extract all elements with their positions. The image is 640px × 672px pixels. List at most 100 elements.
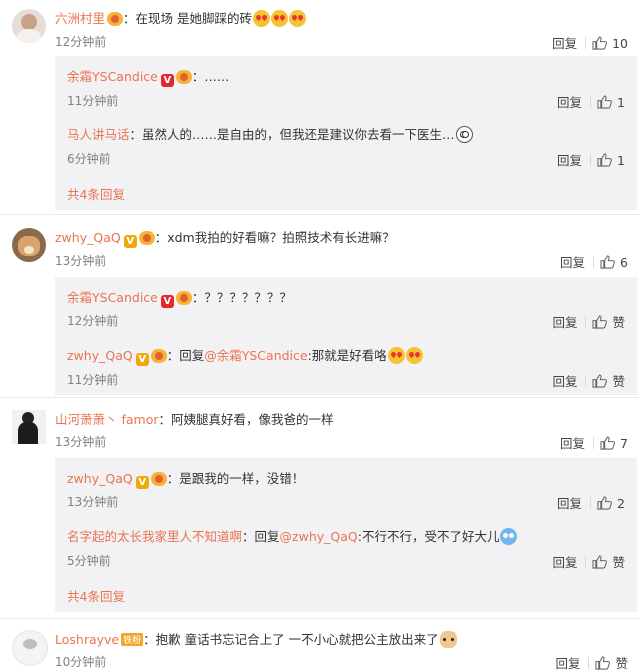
reply-text: :那就是好看咯 (307, 348, 387, 363)
comment-1: 六洲村里：在现场 是她脚踩的砖 12分钟前 回复 10 余霜YSCandice：…… (0, 0, 640, 212)
divider (585, 375, 587, 387)
reply-button[interactable]: 回复 (560, 255, 585, 270)
username[interactable]: Loshrayve (55, 632, 119, 647)
verified-badge-icon (135, 476, 149, 489)
reply-button[interactable]: 回复 (557, 153, 582, 168)
username[interactable]: 余霜YSCandice (67, 290, 158, 305)
comment-4: Loshrayve 铁粉 ：抱歉 童话书忘记合上了 一不小心就把公主放出来了 10分… (0, 619, 640, 671)
heart-eyes-emoji-icon (405, 347, 423, 364)
thumbs-up-icon[interactable] (595, 656, 611, 670)
avatar[interactable] (12, 410, 46, 444)
reply-box: 余霜YSCandice：…… 11分钟前 回复 1 马人讲马话：虽然人的……是自由… (55, 56, 637, 210)
timestamp: 6分钟前 (67, 152, 111, 166)
divider (585, 556, 587, 568)
thumbs-up-icon[interactable] (597, 95, 612, 109)
comment-actions: 回复 10 (552, 33, 628, 52)
divider (593, 437, 595, 449)
thumbs-up-icon[interactable] (597, 153, 612, 167)
reply-line: zwhy_QaQ：是跟我的一样，没错！ (67, 468, 304, 489)
comment-line: 六洲村里 ：在现场 是她脚踩的砖 (55, 8, 307, 27)
like-count: 2 (617, 496, 625, 511)
reply-button[interactable]: 回复 (552, 36, 577, 51)
level-badge-icon (150, 349, 167, 363)
level-badge-icon (175, 291, 192, 305)
timestamp: 11分钟前 (67, 94, 119, 108)
level-badge-icon (150, 472, 167, 486)
reply-button[interactable]: 回复 (557, 496, 582, 511)
username[interactable]: 马人讲马话 (67, 127, 130, 142)
reply-text: :不行不行，受不了好大儿 (357, 529, 500, 544)
thumbs-up-icon[interactable] (592, 555, 608, 569)
reply-actions: 回复 1 (557, 150, 625, 169)
heart-eyes-emoji-icon (387, 347, 405, 364)
fan-badge-label: 铁粉 (123, 636, 142, 646)
reply-button[interactable]: 回复 (552, 374, 577, 389)
crying-emoji-icon (500, 528, 518, 545)
timestamp: 12分钟前 (67, 314, 119, 328)
avatar[interactable] (12, 9, 46, 43)
timestamp: 10分钟前 (55, 655, 107, 669)
reply-actions: 回复 1 (557, 92, 625, 111)
view-more-replies-link[interactable]: 共4条回复 (67, 184, 125, 203)
reply-line: 名字起的太长我家里人不知道啊：回复@zwhy_QaQ:不行不行，受不了好大儿 (67, 526, 518, 545)
reply-button[interactable]: 回复 (552, 315, 577, 330)
timestamp: 13分钟前 (67, 495, 119, 509)
level-badge-icon (175, 70, 192, 84)
reply-button[interactable]: 回复 (557, 95, 582, 110)
divider (585, 37, 587, 49)
verified-badge-icon (160, 74, 174, 87)
reply-actions: 回复 赞 (552, 312, 625, 331)
divider (590, 96, 592, 108)
thumbs-up-icon[interactable] (592, 374, 608, 388)
thumbs-up-icon[interactable] (600, 436, 615, 450)
mention-link[interactable]: @余霜YSCandice (204, 348, 307, 363)
username[interactable]: 山河萧萧丶 famor (55, 412, 159, 427)
reply-text: 虽然人的……是自由的，但我还是建议你去看一下医生… (142, 127, 455, 142)
username[interactable]: 余霜YSCandice (67, 69, 158, 84)
username[interactable]: zwhy_QaQ (67, 471, 133, 486)
like-label: 赞 (612, 555, 625, 570)
reply-button[interactable]: 回复 (555, 656, 580, 671)
username[interactable]: zwhy_QaQ (67, 348, 133, 363)
comment-line: Loshrayve 铁粉 ：抱歉 童话书忘记合上了 一不小心就把公主放出来了 (55, 629, 457, 648)
verified-badge-icon (123, 235, 137, 248)
thumbs-up-icon[interactable] (592, 36, 607, 50)
divider (588, 657, 590, 669)
comment-actions: 回复 7 (560, 433, 628, 452)
comment-actions: 回复 赞 (555, 653, 628, 672)
timestamp: 13分钟前 (55, 435, 107, 449)
like-count: 1 (617, 153, 625, 168)
reply-text: …… (204, 69, 230, 84)
fan-badge: 铁粉 (121, 633, 144, 646)
reply-line: 余霜YSCandice：…… (67, 66, 229, 87)
divider (593, 256, 595, 268)
timestamp: 12分钟前 (55, 35, 107, 49)
thumbs-up-icon[interactable] (597, 496, 612, 510)
thumbs-up-icon[interactable] (600, 255, 615, 269)
mention-link[interactable]: @zwhy_QaQ (280, 529, 358, 544)
like-label: 赞 (615, 656, 628, 671)
username[interactable]: zwhy_QaQ (55, 230, 121, 245)
comment-line: zwhy_QaQ：xdm我拍的好看嘛？拍照技术有长进嘛？ (55, 227, 395, 248)
username[interactable]: 名字起的太长我家里人不知道啊 (67, 529, 242, 544)
view-more-replies-link[interactable]: 共4条回复 (67, 586, 125, 605)
reply-text: ？？？？？？？ (204, 290, 292, 305)
avatar[interactable] (12, 228, 46, 262)
divider (590, 497, 592, 509)
reply-line: 马人讲马话：虽然人的……是自由的，但我还是建议你去看一下医生… (67, 124, 473, 143)
thumbs-up-icon[interactable] (592, 315, 608, 329)
timestamp: 5分钟前 (67, 554, 111, 568)
reply-button[interactable]: 回复 (552, 555, 577, 570)
like-label: 赞 (612, 374, 625, 389)
heart-eyes-emoji-icon (253, 10, 271, 27)
comment-text: 抱歉 童话书忘记合上了 一不小心就把公主放出来了 (155, 632, 439, 647)
like-count: 1 (617, 95, 625, 110)
reply-button[interactable]: 回复 (560, 436, 585, 451)
username[interactable]: 六洲村里 (55, 11, 105, 26)
reply-box: zwhy_QaQ：是跟我的一样，没错！ 13分钟前 回复 2 名字起的太长我家里人… (55, 458, 637, 612)
level-badge-icon (107, 12, 124, 26)
reply-line: zwhy_QaQ：回复@余霜YSCandice:那就是好看咯 (67, 345, 423, 366)
comment-2: zwhy_QaQ：xdm我拍的好看嘛？拍照技术有长进嘛？ 13分钟前 回复 6 余… (0, 215, 640, 395)
reply-text: 是跟我的一样，没错！ (179, 471, 305, 486)
nerd-emoji-icon (455, 126, 473, 143)
